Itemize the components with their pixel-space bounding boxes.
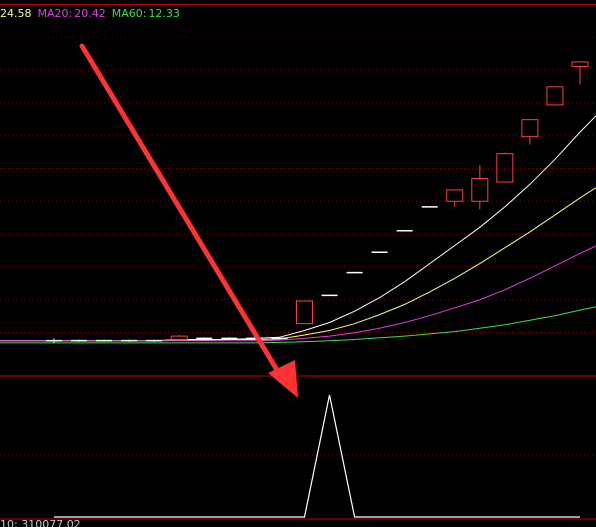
ma60-label: MA60: (111, 7, 147, 20)
arrow-shaft (79, 43, 286, 383)
indicator-value-label: 10: 310077.02 (0, 519, 81, 527)
ma-line (0, 306, 596, 344)
candlesticks (46, 61, 589, 343)
candle-body (295, 300, 313, 325)
candle-body (471, 178, 489, 202)
kline-chart[interactable] (0, 0, 596, 527)
candle-body (496, 153, 514, 183)
ma-line (0, 115, 596, 342)
ma20-value: 20.42 (74, 7, 106, 20)
moving-average-lines (0, 115, 596, 344)
indicator-line (54, 394, 580, 518)
candle-body (446, 189, 464, 202)
ma-line (0, 245, 596, 342)
indicator-series (54, 394, 580, 518)
candle-body (521, 119, 539, 138)
ma-line (0, 187, 596, 342)
ma-legend: 24.58 MA20: 20.42 MA60: 12.33 (0, 7, 186, 20)
candle-body (571, 61, 589, 67)
red-arrow-annotation (79, 43, 298, 398)
ma60-value: 12.33 (148, 7, 180, 20)
ma20-label: MA20: (37, 7, 73, 20)
ma-prev-value: 24.58 (0, 7, 32, 20)
candle-body (546, 86, 564, 106)
